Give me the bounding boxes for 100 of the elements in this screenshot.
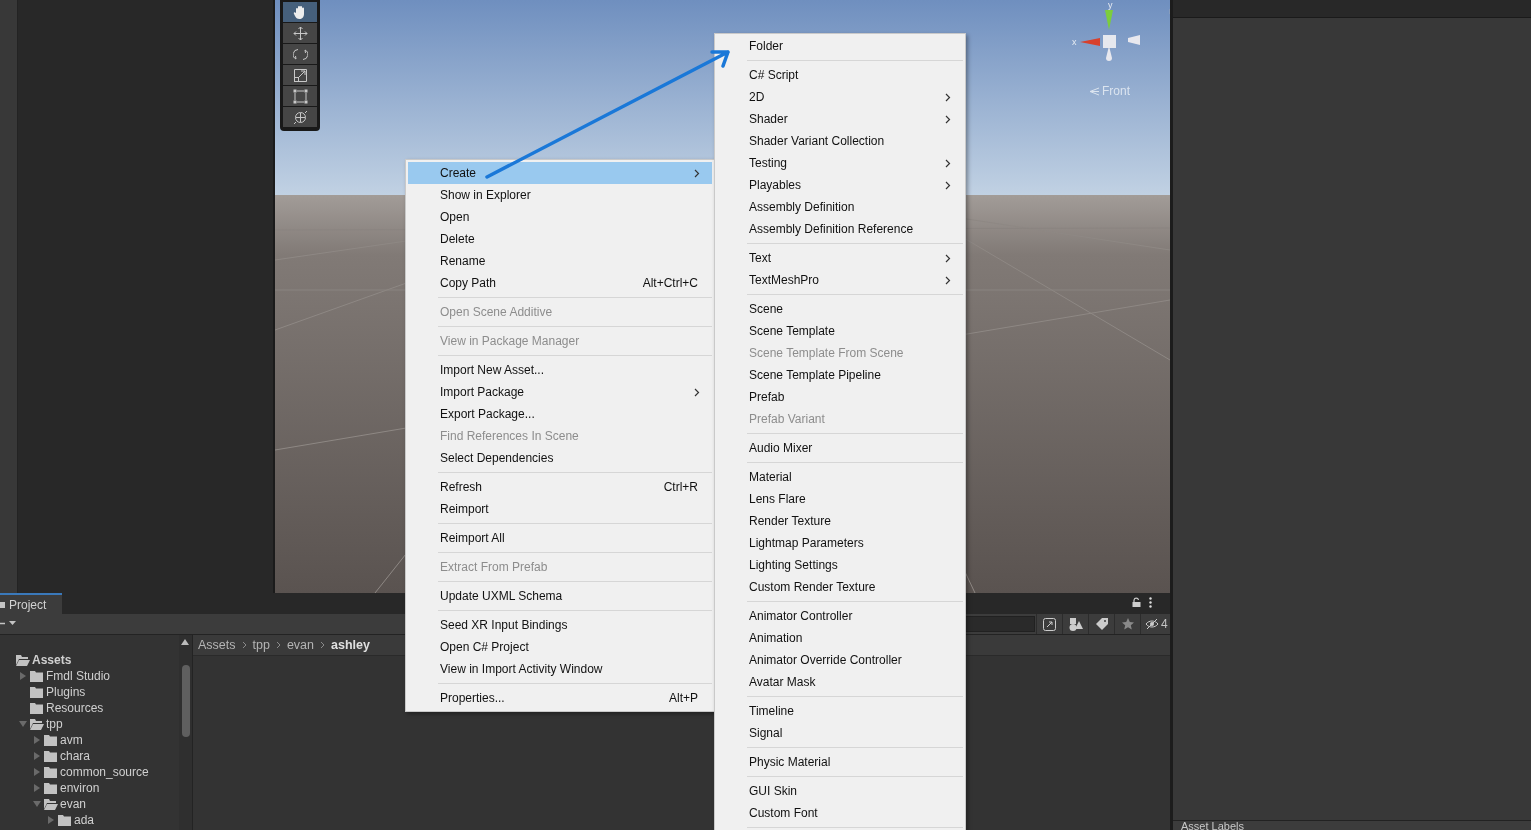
axis-label: y — [1108, 0, 1113, 10]
rect-tool-icon — [292, 88, 308, 104]
folder-label[interactable]: chara — [60, 749, 91, 763]
menu-item[interactable]: Playables — [717, 174, 963, 196]
chevron-icon — [241, 641, 247, 649]
folder-label[interactable]: tpp — [46, 717, 63, 731]
menu-item[interactable]: Avatar Mask — [717, 671, 963, 693]
menu-item[interactable]: Text — [717, 247, 963, 269]
breadcrumb-item[interactable]: evan — [286, 638, 314, 652]
folder-label[interactable]: Resources — [46, 701, 104, 715]
menu-item[interactable]: Physic Material — [717, 751, 963, 773]
menu-item[interactable]: Audio Mixer — [717, 437, 963, 459]
scrollbar-thumb[interactable] — [182, 665, 190, 737]
menu-item[interactable]: Signal — [717, 722, 963, 744]
menu-item[interactable]: C# Script — [717, 64, 963, 86]
menu-item[interactable]: Assembly Definition Reference — [717, 218, 963, 240]
menu-item[interactable]: Animator Controller — [717, 605, 963, 627]
lock-icon[interactable] — [1132, 597, 1141, 607]
menu-item[interactable]: Properties... Alt+P — [408, 687, 712, 709]
menu-item[interactable]: Custom Render Texture — [717, 576, 963, 598]
menu-item[interactable]: Folder — [717, 35, 963, 57]
tool-button[interactable] — [283, 86, 317, 106]
tool-button[interactable] — [283, 107, 317, 127]
menu-item[interactable]: Copy Path Alt+Ctrl+C — [408, 272, 712, 294]
menu-item[interactable]: Show in Explorer — [408, 184, 712, 206]
menu-item[interactable]: Rename — [408, 250, 712, 272]
menu-item[interactable]: Select Dependencies — [408, 447, 712, 469]
tool-button[interactable] — [283, 2, 317, 22]
collapsed-arrow-icon[interactable] — [19, 671, 28, 681]
menu-item[interactable]: Import New Asset... — [408, 359, 712, 381]
menu-item[interactable]: Animation — [717, 627, 963, 649]
menu-item[interactable]: Material — [717, 466, 963, 488]
expanded-arrow-icon[interactable] — [19, 719, 28, 729]
rotate-icon — [292, 46, 308, 62]
scroll-up-icon[interactable] — [181, 639, 189, 645]
perspective-icon — [1089, 86, 1100, 96]
menu-item[interactable]: Shader Variant Collection — [717, 130, 963, 152]
breadcrumb-item[interactable]: Assets — [198, 638, 236, 652]
menu-item[interactable]: Render Texture — [717, 510, 963, 532]
menu-item[interactable]: Open — [408, 206, 712, 228]
menu-item[interactable]: View in Import Activity Window — [408, 658, 712, 680]
menu-item[interactable]: Seed XR Input Bindings — [408, 614, 712, 636]
section-label: Asset Labels — [1181, 821, 1244, 830]
add-dropdown-icon[interactable] — [0, 620, 18, 628]
menu-item[interactable]: Timeline — [717, 700, 963, 722]
menu-item[interactable]: GUI Skin — [717, 780, 963, 802]
menu-item[interactable]: Delete — [408, 228, 712, 250]
menu-item[interactable]: Lens Flare — [717, 488, 963, 510]
folder-label[interactable]: common_source — [60, 765, 149, 779]
expand-icon — [1043, 617, 1056, 631]
menu-item[interactable]: Import Package — [408, 381, 712, 403]
hand-icon — [293, 4, 307, 20]
toolbar-button[interactable]: 4 — [1140, 614, 1168, 634]
folder-label[interactable]: Assets — [32, 653, 72, 667]
menu-item[interactable]: Prefab — [717, 386, 963, 408]
chevron-icon — [320, 641, 325, 649]
breadcrumb-item[interactable]: ashley — [331, 638, 370, 652]
scale-icon — [292, 67, 308, 83]
menu-item[interactable]: Testing — [717, 152, 963, 174]
folder-label[interactable]: Fmdl Studio — [46, 669, 111, 683]
menu-item[interactable]: Update UXML Schema — [408, 585, 712, 607]
folder-label[interactable]: environ — [60, 781, 100, 795]
menu-item[interactable]: Export Package... — [408, 403, 712, 425]
menu-item[interactable]: Create — [408, 162, 712, 184]
menu-item[interactable]: Lightmap Parameters — [717, 532, 963, 554]
menu-item[interactable]: Assembly Definition — [717, 196, 963, 218]
folder-label[interactable]: avm — [60, 733, 83, 747]
folder-label[interactable]: ada — [74, 813, 95, 827]
tool-button[interactable] — [283, 65, 317, 85]
folder-label[interactable]: evan — [60, 797, 87, 811]
chevron-icon — [275, 641, 281, 649]
view-label-text: Front — [1102, 84, 1130, 98]
scrollbar[interactable] — [179, 635, 192, 830]
menu-item[interactable]: Scene Template — [717, 320, 963, 342]
menu-item[interactable]: Refresh Ctrl+R — [408, 476, 712, 498]
move-arrows-icon — [292, 25, 308, 41]
hidden-eye-icon — [1145, 619, 1159, 629]
tool-button[interactable] — [283, 44, 317, 64]
menu-item[interactable]: Reimport — [408, 498, 712, 520]
menu-item[interactable]: Reimport All — [408, 527, 712, 549]
star-icon — [1121, 618, 1134, 630]
menu-item[interactable]: Scene Template Pipeline — [717, 364, 963, 386]
menu-item[interactable]: TextMeshPro — [717, 269, 963, 291]
menu-item[interactable]: Scene — [717, 298, 963, 320]
menu-item[interactable]: Open C# Project — [408, 636, 712, 658]
menu-item[interactable]: Lighting Settings — [717, 554, 963, 576]
panel-tab[interactable]: Project — [0, 593, 63, 614]
menu-item[interactable]: 2D — [717, 86, 963, 108]
menu-item[interactable]: Shader — [717, 108, 963, 130]
search-field[interactable] — [965, 616, 1035, 632]
more-options-icon[interactable] — [1149, 597, 1152, 608]
collapsed-arrow-icon[interactable] — [47, 815, 56, 825]
folder-label[interactable]: Plugins — [46, 685, 86, 699]
tag-icon — [1095, 618, 1108, 630]
menu-item[interactable]: Animator Override Controller — [717, 649, 963, 671]
breadcrumb-item[interactable]: tpp — [252, 638, 270, 652]
menu-item[interactable]: Custom Font — [717, 802, 963, 824]
hidden-count: 4 — [1161, 617, 1168, 631]
expanded-arrow-icon[interactable] — [33, 799, 42, 809]
tool-button[interactable] — [283, 23, 317, 43]
